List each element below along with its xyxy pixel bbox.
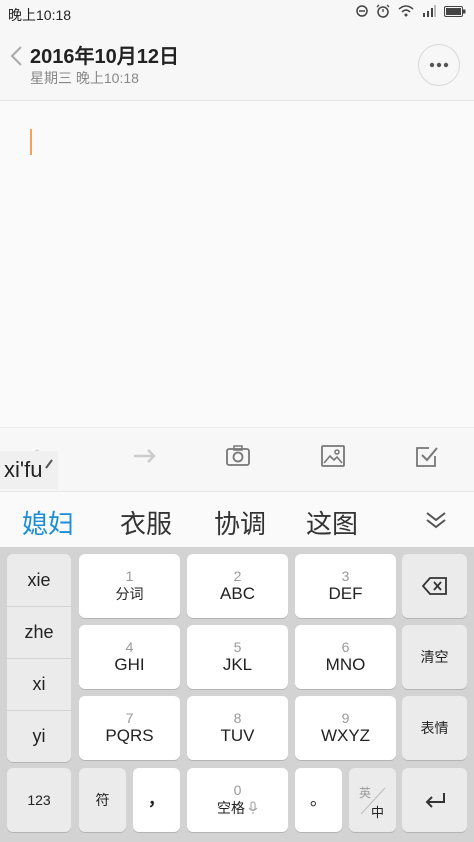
- key-6[interactable]: 6 MNO: [295, 625, 396, 689]
- alarm-icon: [376, 4, 390, 18]
- page-title: 2016年10月12日: [30, 46, 179, 68]
- back-arrow-icon[interactable]: [8, 44, 26, 68]
- candidate-3[interactable]: 协调: [214, 504, 266, 541]
- battery-icon: [444, 5, 466, 17]
- composition-text: xi'fu: [4, 457, 43, 482]
- pinyin-option[interactable]: xi: [7, 658, 71, 711]
- note-editor[interactable]: [0, 101, 474, 427]
- key-5-label: JKL: [222, 655, 253, 674]
- key-1-label: 分词: [115, 586, 144, 602]
- redo-icon[interactable]: [130, 442, 158, 470]
- status-bar: 晚上10:18: [0, 0, 474, 26]
- key-7[interactable]: 7 PQRS: [79, 696, 180, 760]
- key-8-label: TUV: [220, 726, 255, 745]
- clear-key[interactable]: 清空: [402, 625, 467, 689]
- note-toolbar: [0, 427, 474, 492]
- lang-chinese-label: 中: [371, 805, 385, 820]
- text-cursor: [30, 129, 32, 155]
- key-3-label: DEF: [328, 584, 363, 603]
- note-header: 2016年10月12日 星期三 晚上10:18: [0, 26, 474, 101]
- key-7-label: PQRS: [105, 726, 154, 745]
- image-icon[interactable]: [319, 442, 347, 470]
- key-1-number: 1: [125, 568, 134, 584]
- status-icons: [356, 4, 466, 18]
- emoji-key-label: 表情: [420, 720, 449, 736]
- key-0-number: 0: [233, 782, 242, 798]
- period-key-label: 。: [310, 790, 327, 809]
- space-key-row: 空格: [217, 798, 258, 818]
- camera-icon[interactable]: [224, 442, 252, 470]
- number-mode-label: 123: [27, 792, 51, 808]
- backspace-icon: [421, 577, 447, 595]
- candidate-4[interactable]: 这图: [306, 504, 358, 541]
- number-mode-key[interactable]: 123: [7, 768, 71, 832]
- key-5-number: 5: [233, 639, 242, 655]
- language-switch-key[interactable]: 英 中: [349, 768, 396, 832]
- status-time: 晚上10:18: [8, 7, 72, 23]
- space-key-label: 空格: [217, 800, 245, 816]
- page-subtitle: 星期三 晚上10:18: [30, 70, 139, 86]
- key-9[interactable]: 9 WXYZ: [295, 696, 396, 760]
- key-8[interactable]: 8 TUV: [187, 696, 288, 760]
- pinyin-option[interactable]: yi: [7, 710, 71, 762]
- key-9-number: 9: [341, 710, 350, 726]
- more-button[interactable]: [418, 44, 460, 86]
- wifi-icon: [398, 5, 414, 17]
- key-4-number: 4: [125, 639, 134, 655]
- signal-icon: [423, 5, 436, 17]
- more-icon: [429, 62, 449, 68]
- symbol-key-label: 符: [95, 792, 110, 808]
- period-key[interactable]: 。: [295, 768, 342, 832]
- key-2-number: 2: [233, 568, 242, 584]
- pinyin-option[interactable]: zhe: [7, 606, 71, 659]
- candidate-1[interactable]: 媳妇: [22, 504, 74, 541]
- candidate-bar: 媳妇 衣服 协调 这图: [0, 491, 474, 548]
- collapse-icon[interactable]: [424, 510, 448, 530]
- dnd-icon: [356, 5, 368, 17]
- key-3[interactable]: 3 DEF: [295, 554, 396, 618]
- key-3-number: 3: [341, 568, 350, 584]
- comma-key[interactable]: ，: [133, 768, 180, 832]
- checkbox-icon[interactable]: [413, 442, 441, 470]
- key-4-label: GHI: [114, 655, 145, 674]
- key-1[interactable]: 1 分词: [79, 554, 180, 618]
- pinyin-list[interactable]: xie zhe xi yi: [7, 554, 71, 762]
- key-9-label: WXYZ: [320, 726, 371, 745]
- key-2-label: ABC: [220, 584, 255, 603]
- enter-icon: [425, 793, 445, 808]
- space-key[interactable]: 0 空格: [187, 768, 288, 832]
- key-4[interactable]: 4 GHI: [79, 625, 180, 689]
- keyboard: xie zhe xi yi 1 分词 2 ABC 3 DEF 4 GHI 5 J…: [0, 547, 474, 842]
- mic-icon: [248, 801, 258, 814]
- key-6-label: MNO: [325, 655, 366, 674]
- backspace-key[interactable]: [402, 554, 467, 618]
- clear-key-label: 清空: [420, 649, 449, 665]
- key-2[interactable]: 2 ABC: [187, 554, 288, 618]
- symbol-key[interactable]: 符: [79, 768, 126, 832]
- pinyin-option[interactable]: xie: [7, 554, 71, 607]
- comma-key-label: ，: [148, 790, 165, 809]
- key-5[interactable]: 5 JKL: [187, 625, 288, 689]
- edit-pencil-icon[interactable]: [44, 458, 54, 470]
- key-6-number: 6: [341, 639, 350, 655]
- candidate-2[interactable]: 衣服: [120, 504, 172, 541]
- enter-key[interactable]: [402, 768, 467, 832]
- key-8-number: 8: [233, 710, 242, 726]
- composition-text-box: xi'fu: [0, 451, 59, 489]
- key-7-number: 7: [125, 710, 134, 726]
- emoji-key[interactable]: 表情: [402, 696, 467, 760]
